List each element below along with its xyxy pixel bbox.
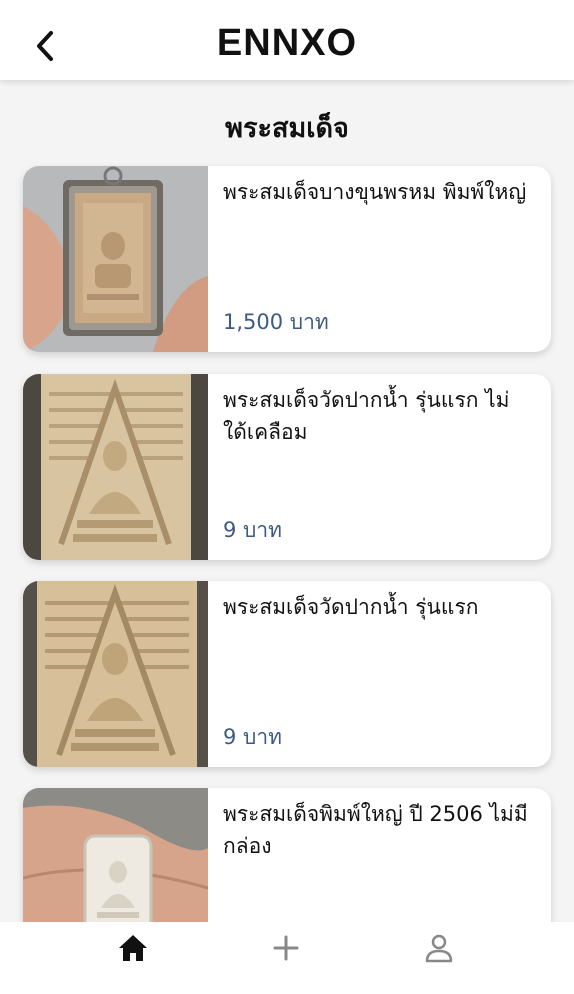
nav-home-button[interactable]	[113, 928, 153, 968]
listing-title: พระสมเด็จบางขุนพรหม พิมพ์ใหญ่	[223, 180, 527, 204]
app-title: ENNXO	[216, 22, 358, 64]
list-item[interactable]: พระสมเด็จวัดปากน้ำ รุ่นแรก 9 บาท	[23, 581, 551, 767]
listing-thumbnail	[23, 166, 208, 352]
listing-thumbnail	[23, 374, 208, 560]
bottom-navigation	[0, 922, 574, 994]
home-icon	[119, 935, 147, 961]
nav-add-button[interactable]	[266, 928, 306, 968]
plus-icon	[273, 935, 299, 961]
top-app-bar: ENNXO	[0, 0, 574, 80]
list-item[interactable]: พระสมเด็จวัดปากน้ำ รุ่นแรก ไม่ใด้เคลือม …	[23, 374, 551, 560]
nav-profile-button[interactable]	[419, 928, 459, 968]
profile-icon	[425, 934, 453, 963]
listing-price: 9 บาท	[223, 518, 283, 542]
list-item[interactable]: พระสมเด็จบางขุนพรหม พิมพ์ใหญ่ 1,500 บาท	[23, 166, 551, 352]
listing-price: 1,500 บาท	[223, 310, 329, 334]
page-title: พระสมเด็จ	[225, 113, 349, 144]
listing-price: 9 บาท	[223, 725, 283, 749]
listing-title: พระสมเด็จวัดปากน้ำ รุ่นแรก	[223, 595, 479, 619]
listing-title: พระสมเด็จวัดปากน้ำ รุ่นแรก ไม่ใด้เคลือม	[223, 388, 510, 444]
listing-thumbnail	[23, 581, 208, 767]
listing-title: พระสมเด็จพิมพ์ใหญ่ ปี 2506 ไม่มีกล่อง	[223, 802, 528, 858]
